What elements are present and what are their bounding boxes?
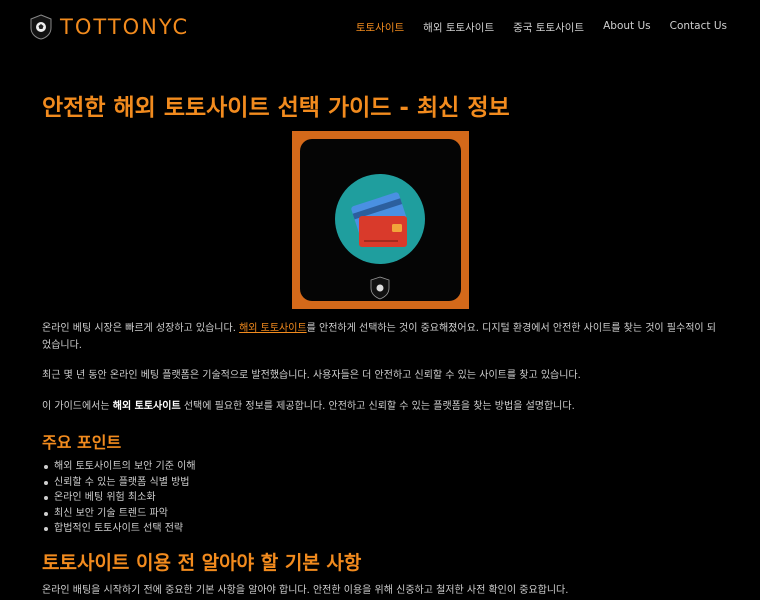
section-heading-key-points: 주요 포인트 [42, 433, 122, 452]
soccer-shield-icon [30, 14, 52, 40]
list-item: 최신 보안 기술 트렌드 파악 [42, 506, 196, 522]
page-title: 안전한 해외 토토사이트 선택 가이드 - 최신 정보 [42, 95, 510, 121]
paragraph-2: 최근 몇 년 동안 온라인 베팅 플랫폼은 기술적으로 발전했습니다. 사용자들… [42, 370, 581, 381]
nav-item-toto[interactable]: 토토사이트 [356, 20, 404, 35]
paragraph-4: 온라인 배팅을 시작하기 전에 중요한 기본 사항을 알아야 합니다. 안전한 … [42, 585, 569, 596]
overseas-toto-link[interactable]: 해외 토토사이트 [239, 323, 307, 334]
section-heading-basics: 토토사이트 이용 전 알아야 할 기본 사항 [42, 552, 362, 574]
brand-name: TOTTONYC [60, 15, 190, 39]
list-item: 신뢰할 수 있는 플랫폼 식별 방법 [42, 475, 196, 491]
list-item: 해외 토토사이트의 보안 기준 이해 [42, 459, 196, 475]
emphasis-text: 해외 토토사이트 [112, 401, 181, 412]
site-logo[interactable]: TOTTONYC [30, 14, 189, 40]
paragraph-3: 이 가이드에서는 해외 토토사이트 선택에 필요한 정보를 제공합니다. 안전하… [42, 401, 575, 412]
list-item: 합법적인 토토사이트 선택 전략 [42, 521, 196, 537]
nav-item-contact[interactable]: Contact Us [670, 20, 727, 35]
main-nav: 토토사이트 해외 토토사이트 중국 토토사이트 About Us Contact… [356, 20, 727, 35]
hero-credit-card-image [292, 131, 469, 309]
intro-paragraph: 온라인 베팅 시장은 빠르게 성장하고 있습니다. 해외 토토사이트를 안전하게… [42, 323, 716, 351]
site-header: TOTTONYC 토토사이트 해외 토토사이트 중국 토토사이트 About U… [0, 0, 760, 54]
nav-item-china-toto[interactable]: 중국 토토사이트 [513, 20, 584, 35]
list-item: 온라인 베팅 위험 최소화 [42, 490, 196, 506]
key-points-list: 해외 토토사이트의 보안 기준 이해 신뢰할 수 있는 플랫폼 식별 방법 온라… [42, 459, 196, 537]
nav-item-overseas-toto[interactable]: 해외 토토사이트 [423, 20, 494, 35]
nav-item-about[interactable]: About Us [603, 20, 651, 35]
